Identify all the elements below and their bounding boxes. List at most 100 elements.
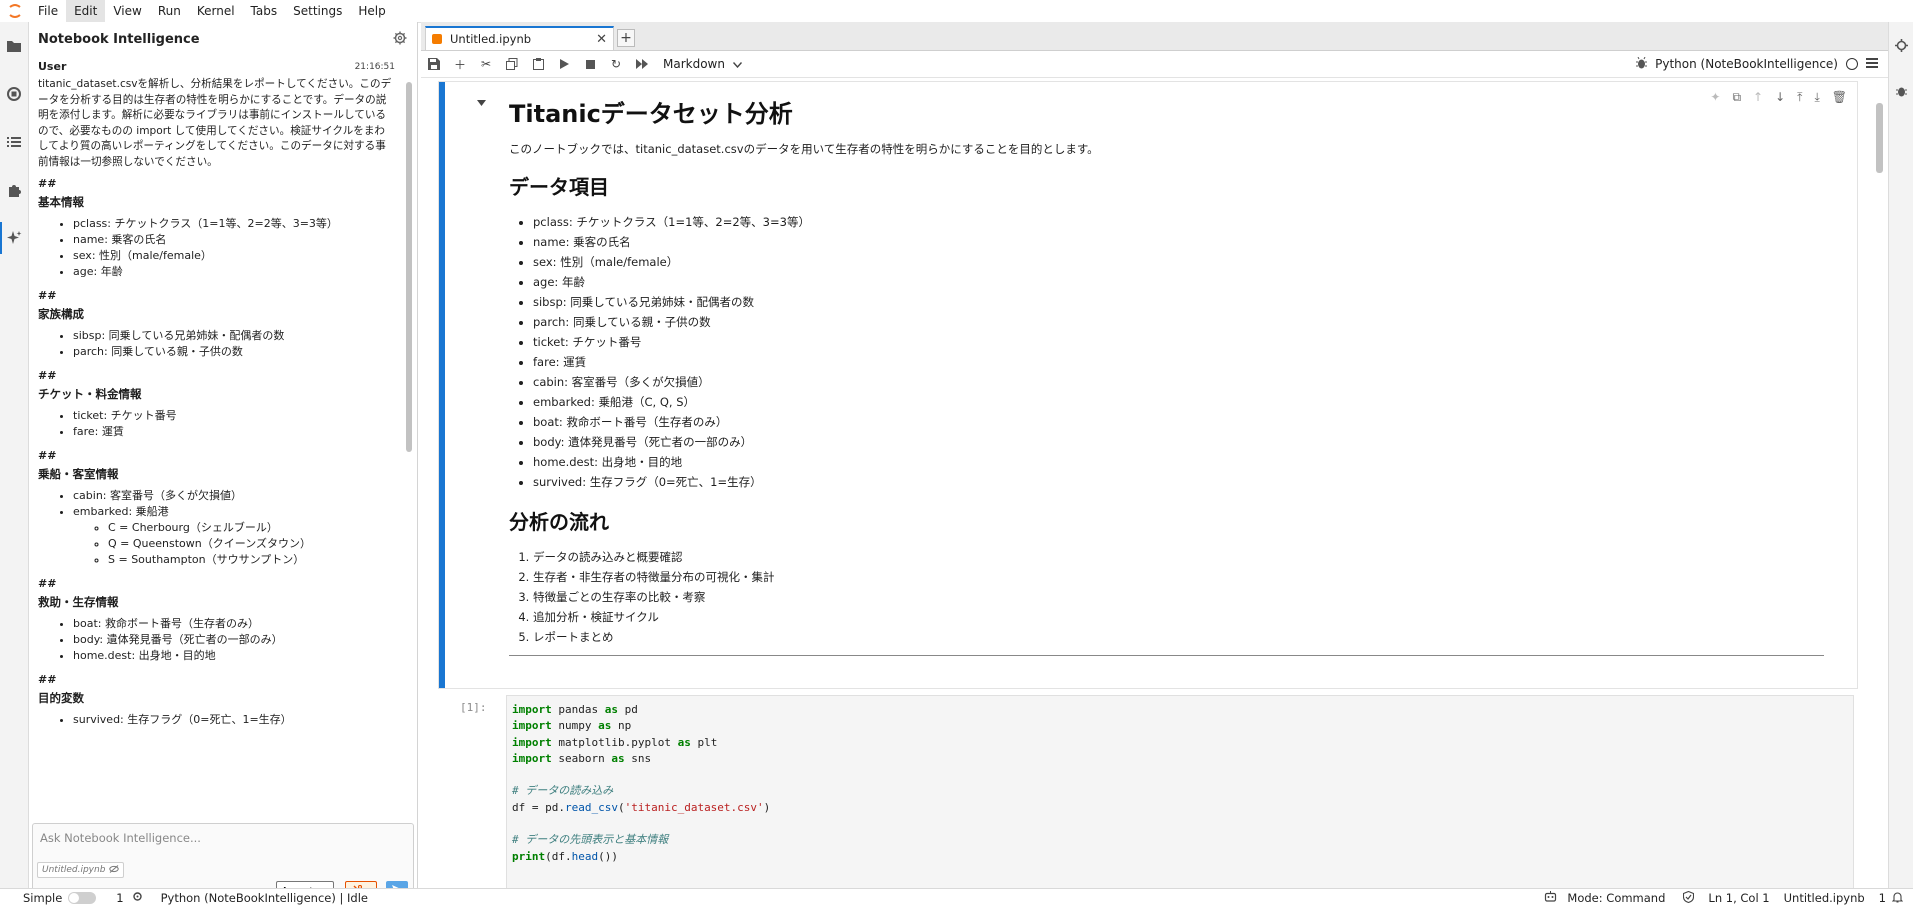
list-item: name: 乗客の氏名 <box>73 232 395 248</box>
robot-icon[interactable] <box>1544 891 1557 905</box>
fast-forward-icon[interactable] <box>629 51 655 77</box>
list-subitem: Q = Queenstown（クイーンズタウン） <box>108 536 395 552</box>
chat-messages[interactable]: User 21:16:51 titanic_dataset.csvを解析し、分析… <box>29 56 417 816</box>
notebook-intelligence-icon[interactable] <box>0 214 28 262</box>
menu-icon[interactable] <box>1866 57 1878 71</box>
cell-collapser[interactable] <box>439 82 445 688</box>
table-of-contents-icon[interactable] <box>0 118 28 166</box>
kernel-status-icon <box>1846 58 1858 70</box>
list-item: body: 遺体発見番号（死亡者の一部のみ） <box>533 432 1829 452</box>
eye-off-icon[interactable] <box>109 864 120 876</box>
restart-icon[interactable]: ↻ <box>603 51 629 77</box>
status-filename: Untitled.ipynb <box>1783 891 1865 905</box>
list-item: fare: 運賃 <box>533 352 1829 372</box>
tab-label: Untitled.ipynb <box>450 32 532 46</box>
markdown-cell[interactable]: ✦ ⧉ ↑ ↓ ⤒ ⤓ 🗑 Titanicデータセット分析 このノートブックでは… <box>438 81 1858 689</box>
list-item: レポートまとめ <box>533 627 1829 647</box>
list-item: fare: 運賃 <box>73 424 395 440</box>
debugger-panel-icon[interactable] <box>1889 68 1913 114</box>
simple-mode-label: Simple <box>23 891 63 905</box>
message-hash: ## <box>38 577 57 590</box>
simple-mode-toggle[interactable] <box>68 892 97 904</box>
add-cell-icon[interactable]: ＋ <box>447 51 473 77</box>
cell-type-select[interactable]: Markdown <box>663 57 742 71</box>
paste-icon[interactable] <box>525 51 551 77</box>
run-icon[interactable] <box>551 51 577 77</box>
list-item: データの読み込みと概要確認 <box>533 547 1829 567</box>
code-cell[interactable]: [1]: import pandas as pd import numpy as… <box>438 695 1856 888</box>
delete-cell-icon[interactable]: 🗑 <box>1832 90 1847 105</box>
menu-edit[interactable]: Edit <box>66 0 106 22</box>
notebook-scrollbar[interactable] <box>1874 81 1884 881</box>
section-title: チケット・料金情報 <box>38 387 142 401</box>
bell-icon[interactable] <box>1891 891 1904 906</box>
chat-input[interactable] <box>38 830 402 846</box>
menu-help[interactable]: Help <box>350 0 393 22</box>
heading-analysis-flow: 分析の流れ <box>509 510 609 534</box>
kernel-name[interactable]: Python (NoteBookIntelligence) <box>1655 57 1838 71</box>
extensions-icon[interactable] <box>0 166 28 214</box>
list-item: home.dest: 出身地・目的地 <box>73 648 395 664</box>
cut-icon[interactable]: ✂ <box>473 51 499 77</box>
running-kernels-icon[interactable] <box>0 70 28 118</box>
list-item: pclass: チケットクラス（1=1等、2=2等、3=3等） <box>533 212 1829 232</box>
heading-data-items: データ項目 <box>509 175 609 199</box>
code-text[interactable]: import pandas as pd import numpy as np i… <box>512 702 1853 865</box>
menu-run[interactable]: Run <box>150 0 189 22</box>
list-item: ticket: チケット番号 <box>73 408 395 424</box>
message-hash: ## <box>38 289 57 302</box>
terminal-count: 1 <box>116 891 124 905</box>
gear-icon[interactable] <box>393 31 407 48</box>
menu-bar: File Edit View Run Kernel Tabs Settings … <box>0 0 1913 23</box>
collapse-heading-icon[interactable] <box>477 98 486 109</box>
command-mode-label: Mode: Command <box>1567 891 1666 905</box>
list-item: 特徴量ごとの生存率の比較・考察 <box>533 587 1829 607</box>
menu-view[interactable]: View <box>105 0 149 22</box>
section-title: 基本情報 <box>38 195 84 209</box>
kernel-area: Python (NoteBookIntelligence) <box>1636 51 1878 77</box>
list-item: age: 年齢 <box>73 264 395 280</box>
menu-tabs[interactable]: Tabs <box>243 0 286 22</box>
cursor-position[interactable]: Ln 1, Col 1 <box>1708 891 1769 905</box>
context-file-label: Untitled.ipynb <box>42 865 106 875</box>
list-item: survived: 生存フラグ（0=死亡、1=生存） <box>533 472 1829 492</box>
cell-type-label: Markdown <box>663 57 725 71</box>
list-item: cabin: 客室番号（多くが欠損値） <box>73 488 395 504</box>
kernel-settings-icon[interactable] <box>132 891 143 905</box>
left-activity-bar <box>0 22 29 888</box>
list-item: embarked: 乗船港（C, Q, S） <box>533 392 1829 412</box>
message-time: 21:16:51 <box>354 62 395 72</box>
status-bar: Simple 1 Python (NoteBookIntelligence) |… <box>0 888 1913 907</box>
menu-settings[interactable]: Settings <box>285 0 350 22</box>
shield-check-icon[interactable] <box>1683 890 1695 906</box>
debugger-icon[interactable] <box>1636 56 1648 72</box>
chat-title: Notebook Intelligence <box>38 31 200 47</box>
kernel-status[interactable]: Python (NoteBookIntelligence) | Idle <box>161 891 368 905</box>
new-tab-button[interactable]: + <box>617 29 635 47</box>
execution-count: [1]: <box>460 701 487 714</box>
notebook-panel[interactable]: ✦ ⧉ ↑ ↓ ⤒ ⤓ 🗑 Titanicデータセット分析 このノートブックでは… <box>421 77 1888 888</box>
list-item: ticket: チケット番号 <box>533 332 1829 352</box>
notebook-title: Titanicデータセット分析 <box>509 100 793 128</box>
menu-kernel[interactable]: Kernel <box>189 0 243 22</box>
markdown-output: Titanicデータセット分析 このノートブックでは、titanic_datas… <box>509 82 1829 656</box>
tab-untitled-notebook[interactable]: Untitled.ipynb ✕ <box>425 26 614 50</box>
close-icon[interactable]: ✕ <box>596 32 607 47</box>
save-icon[interactable] <box>421 51 447 77</box>
code-editor[interactable]: import pandas as pd import numpy as np i… <box>506 695 1854 888</box>
list-item: sex: 性別（male/female） <box>533 252 1829 272</box>
list-item: boat: 救命ボート番号（生存者のみ） <box>533 412 1829 432</box>
list-item: parch: 同乗している親・子供の数 <box>533 312 1829 332</box>
notebook-toolbar: ＋ ✂ ↻ Markdown Python (NoteBookIntellige… <box>421 51 1888 78</box>
menu-file[interactable]: File <box>30 0 66 22</box>
analysis-flow-list: データの読み込みと概要確認 生存者・非生存者の特徴量分布の可視化・集計 特徴量ご… <box>509 547 1829 647</box>
list-subitem: C = Cherbourg（シェルブール） <box>108 520 395 536</box>
list-item: home.dest: 出身地・目的地 <box>533 452 1829 472</box>
stop-icon[interactable] <box>577 51 603 77</box>
copy-icon[interactable] <box>499 51 525 77</box>
chat-scrollbar[interactable] <box>405 62 413 812</box>
context-file-chip[interactable]: Untitled.ipynb <box>37 862 125 878</box>
property-inspector-icon[interactable] <box>1889 22 1913 68</box>
file-browser-icon[interactable] <box>0 22 28 70</box>
list-item: sex: 性別（male/female） <box>73 248 395 264</box>
